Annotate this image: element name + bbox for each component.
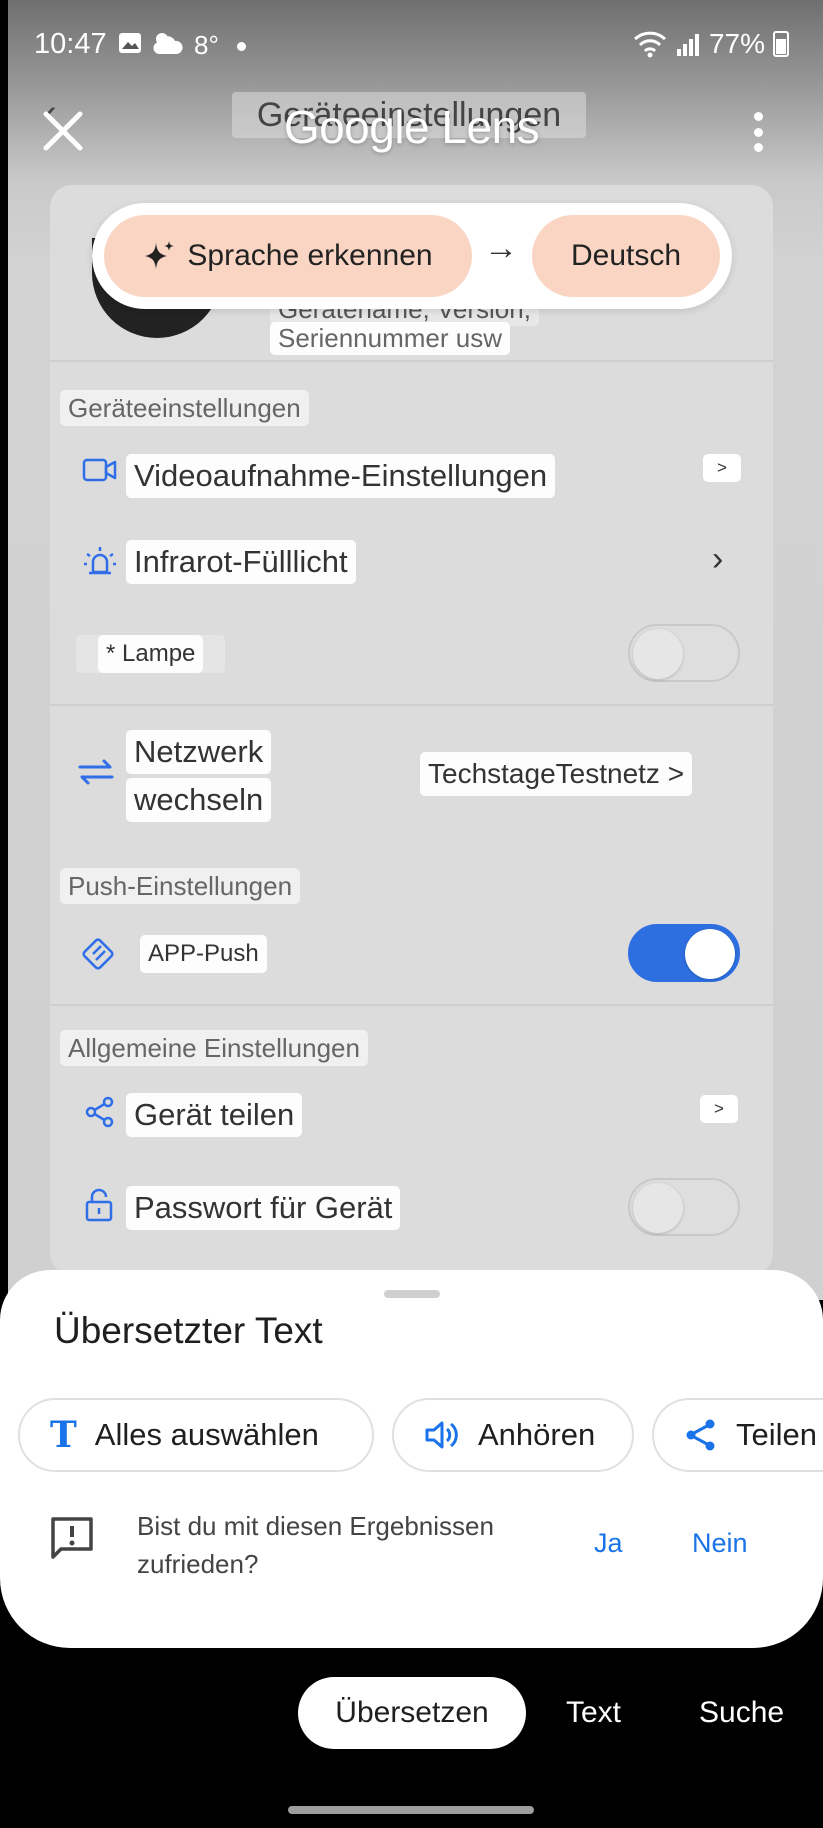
divider <box>50 1004 773 1006</box>
target-language-label: Deutsch <box>570 239 682 272</box>
feedback-no-link[interactable]: Nein <box>692 1528 748 1559</box>
target-language-button[interactable]: Deutsch <box>532 215 720 297</box>
divider <box>50 360 773 362</box>
share-device-label[interactable]: Gerät teilen <box>126 1093 303 1137</box>
feedback-question: Bist du mit diesen Ergebnissen zufrieden… <box>137 1511 494 1579</box>
switch-network-line2[interactable]: wechseln <box>126 778 272 822</box>
speaker-icon <box>425 1421 458 1449</box>
lock-icon <box>85 1188 113 1222</box>
mode-text[interactable]: Text <box>566 1677 621 1749</box>
app-push-toggle[interactable] <box>628 924 740 982</box>
video-settings-chevron[interactable]: > <box>703 454 741 482</box>
weather-icon <box>153 33 183 54</box>
share-icon <box>85 1096 114 1128</box>
divider <box>50 704 773 706</box>
select-all-label: Alles auswählen <box>94 1417 319 1452</box>
source-language-button[interactable]: Sprache erkennen <box>104 215 472 297</box>
sheet-drag-handle[interactable] <box>384 1290 440 1298</box>
light-bulb-icon <box>84 547 116 575</box>
swap-arrows-icon <box>78 759 114 785</box>
status-bar: 10:47 8° 77% <box>0 0 823 92</box>
section-push-settings: Push-Einstellungen <box>60 868 301 904</box>
arrow-right-icon: → <box>484 229 518 267</box>
lamp-label: * Lampe <box>98 635 204 673</box>
battery-icon <box>773 31 789 57</box>
signal-icon <box>676 34 699 56</box>
sparkle-icon <box>145 241 175 269</box>
listen-label: Anhören <box>478 1417 596 1452</box>
status-time: 10:47 <box>34 28 107 60</box>
translated-text-sheet: Übersetzter Text T Alles auswählen Anhör… <box>0 1270 823 1648</box>
device-password-toggle[interactable] <box>628 1178 740 1236</box>
switch-network-line1[interactable]: Netzwerk <box>126 730 272 774</box>
language-selector: Sprache erkennen → Deutsch <box>92 203 732 309</box>
section-general-settings: Allgemeine Einstellungen <box>60 1030 368 1066</box>
home-indicator[interactable] <box>288 1806 534 1814</box>
mode-translate[interactable]: Übersetzen <box>298 1677 526 1749</box>
feedback-yes-link[interactable]: Ja <box>594 1528 623 1559</box>
video-settings-label[interactable]: Videoaufnahme-Einstellungen <box>126 454 556 498</box>
network-value[interactable]: TechstageTestnetz > <box>420 752 693 796</box>
lens-title: Google Lens <box>283 101 540 153</box>
gallery-icon <box>119 33 141 53</box>
text-icon: T <box>50 1414 77 1456</box>
push-notification-icon <box>82 938 114 970</box>
select-all-button[interactable]: T Alles auswählen <box>18 1398 374 1472</box>
app-push-label: APP-Push <box>140 935 267 973</box>
source-language-label: Sprache erkennen <box>187 239 433 272</box>
share-device-chevron[interactable]: > <box>700 1095 738 1123</box>
mode-search[interactable]: Suche <box>699 1677 784 1749</box>
status-temperature: 8° <box>194 30 219 60</box>
share-button[interactable]: Teilen <box>652 1398 823 1472</box>
section-device-settings: Geräteeinstellungen <box>60 390 309 426</box>
share-icon <box>686 1419 715 1451</box>
video-camera-icon <box>82 458 117 482</box>
device-info-line2: Seriennummer usw <box>270 322 510 355</box>
more-options-icon[interactable] <box>752 112 764 152</box>
lamp-toggle[interactable] <box>628 624 740 682</box>
battery-percent: 77% <box>708 28 765 59</box>
infrared-light-label[interactable]: Infrarot-Fülllicht <box>126 540 356 584</box>
infrared-chevron-icon[interactable]: › <box>712 540 723 579</box>
wifi-icon <box>633 31 666 58</box>
share-label: Teilen <box>736 1417 817 1452</box>
sheet-title: Übersetzter Text <box>54 1310 323 1351</box>
listen-button[interactable]: Anhören <box>392 1398 634 1472</box>
device-password-label[interactable]: Passwort für Gerät <box>126 1186 401 1230</box>
feedback-icon <box>51 1517 93 1559</box>
notification-dot <box>237 42 246 51</box>
